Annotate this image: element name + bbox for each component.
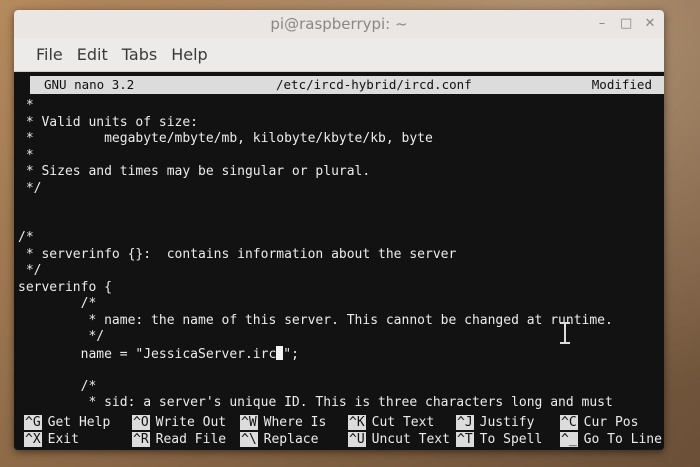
editor-line-tail: "; xyxy=(283,346,299,362)
shortcut-cut-text[interactable]: ^K Cut Text xyxy=(348,414,434,431)
window-title: pi@raspberrypi: ~ xyxy=(270,15,408,33)
close-icon[interactable]: ✕ xyxy=(644,10,656,38)
menu-edit[interactable]: Edit xyxy=(73,45,112,64)
editor-line: * sid: a server's unique ID. This is thr… xyxy=(18,395,613,410)
editor-content[interactable]: * * Valid units of size: * megabyte/mbyt… xyxy=(18,98,658,413)
editor-line: */ xyxy=(18,180,42,196)
mouse-ibeam-icon xyxy=(560,322,570,344)
shortcut-where-is[interactable]: ^W Where Is xyxy=(240,414,326,431)
editor-line: * serverinfo {}: contains information ab… xyxy=(18,246,457,262)
editor-line: * xyxy=(18,147,34,163)
shortcut-row-2: ^X Exit ^R Read File ^\ Replace ^U Uncut Tex… xyxy=(14,431,664,448)
shortcut-justify[interactable]: ^J Justify xyxy=(456,414,534,431)
editor-line-text: name = "JessicaServer.irc xyxy=(18,346,277,362)
terminal-window: pi@raspberrypi: ~ – □ ✕ File Edit Tabs H… xyxy=(14,10,664,450)
shortcut-go-to-line[interactable]: ^_ Go To Line xyxy=(560,431,662,448)
nano-header-bar: GNU nano 3.2 /etc/ircd-hybrid/ircd.conf … xyxy=(30,76,664,94)
editor-line: */ xyxy=(18,263,42,278)
shortcut-get-help[interactable]: ^G Get Help xyxy=(24,414,110,431)
nano-shortcut-bar: ^G Get Help ^O Write Out ^W Where Is ^K Cut … xyxy=(14,414,664,450)
nano-filename: /etc/ircd-hybrid/ircd.conf xyxy=(276,77,472,92)
nano-version: GNU nano 3.2 xyxy=(44,77,135,92)
editor-line: * megabyte/mbyte/mb, kilobyte/kbyte/kb, … xyxy=(18,131,433,146)
editor-line: serverinfo { xyxy=(18,279,112,295)
menu-file[interactable]: File xyxy=(32,45,67,64)
minimize-icon[interactable]: – xyxy=(596,10,608,38)
menu-bar: File Edit Tabs Help xyxy=(14,38,664,72)
shortcut-cur-pos[interactable]: ^C Cur Pos xyxy=(560,414,638,431)
shortcut-replace[interactable]: ^\ Replace xyxy=(240,431,318,448)
maximize-icon[interactable]: □ xyxy=(620,10,632,38)
editor-line: /* xyxy=(18,378,97,394)
editor-line: * xyxy=(18,98,34,113)
editor-line-with-cursor: name = "JessicaServer.irc "; xyxy=(18,345,658,363)
editor-line: /* xyxy=(18,296,97,311)
shortcut-read-file[interactable]: ^R Read File xyxy=(132,431,226,448)
terminal-area[interactable]: GNU nano 3.2 /etc/ircd-hybrid/ircd.conf … xyxy=(14,72,664,450)
menu-help[interactable]: Help xyxy=(167,45,211,64)
shortcut-row-1: ^G Get Help ^O Write Out ^W Where Is ^K Cut … xyxy=(14,414,664,431)
shortcut-to-spell[interactable]: ^T To Spell xyxy=(456,431,542,448)
window-titlebar[interactable]: pi@raspberrypi: ~ – □ ✕ xyxy=(14,10,664,38)
shortcut-exit[interactable]: ^X Exit xyxy=(24,431,79,448)
menu-tabs[interactable]: Tabs xyxy=(118,45,161,64)
nano-modified-status: Modified xyxy=(591,77,652,92)
shortcut-write-out[interactable]: ^O Write Out xyxy=(132,414,226,431)
editor-line: * Valid units of size: xyxy=(18,114,199,130)
window-controls: – □ ✕ xyxy=(596,10,656,38)
shortcut-uncut-text[interactable]: ^U Uncut Text xyxy=(348,431,450,448)
editor-line: * Sizes and times may be singular or plu… xyxy=(18,164,371,179)
editor-line: /* xyxy=(18,230,34,245)
